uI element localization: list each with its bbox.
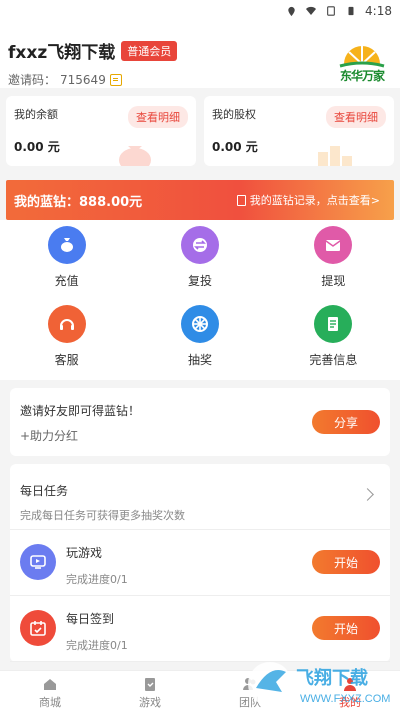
blue-diamond-banner[interactable]: 我的蓝钻：888.00元 我的蓝钻记录，点击查看> [6, 180, 394, 220]
grid-label: 复投 [187, 274, 212, 288]
view-details-button[interactable]: 查看明细 [326, 106, 386, 128]
view-details-button[interactable]: 查看明细 [128, 106, 188, 128]
invite-friends-panel: 邀请好友即可得蓝钻！ +助力分红 分享 [10, 388, 390, 456]
headset-icon [47, 305, 86, 343]
grid-label: 完善信息 [309, 353, 358, 367]
home-icon [44, 678, 56, 690]
exchange-icon [180, 226, 219, 264]
daily-tasks-panel: 每日任务 完成每日任务可获得更多抽奖次数 玩游戏 完成进度0/1 开始 每日签到… [10, 464, 390, 662]
nav-label: 团队 [239, 695, 261, 709]
grid-label: 抽奖 [187, 353, 212, 367]
sim-icon [325, 5, 337, 17]
grid-item-customer-service[interactable]: 客服 [0, 305, 133, 368]
play-icon [20, 544, 56, 580]
balance-card: 我的余额 0.00 元 查看明细 [6, 96, 196, 166]
wifi-icon [305, 5, 317, 17]
money-bag-icon [47, 226, 86, 264]
location-icon [285, 5, 297, 17]
battery-icon [345, 5, 357, 17]
grid-label: 充值 [54, 274, 79, 288]
task-row-play-game: 玩游戏 完成进度0/1 开始 [10, 530, 390, 596]
invite-label: 邀请码： [8, 73, 57, 87]
grid-label: 客服 [54, 353, 79, 367]
card-value: 0.00 元 [212, 140, 258, 154]
share-button[interactable]: 分享 [312, 410, 380, 434]
grid-item-lottery[interactable]: 抽奖 [133, 305, 266, 368]
daily-tasks-title: 每日任务 [20, 484, 69, 498]
invite-code-row: 邀请码： 715649 [8, 71, 388, 88]
nav-item-team[interactable]: 团队 [200, 671, 300, 714]
equity-card: 我的股权 0.00 元 查看明细 [204, 96, 394, 166]
team-icon [243, 677, 256, 690]
username: fxxz飞翔下载 [8, 43, 116, 63]
copy-icon[interactable] [109, 73, 122, 86]
grid-item-reinvest[interactable]: 复投 [133, 226, 266, 289]
nav-label: 商城 [39, 695, 61, 709]
brand-logo: 东华万家 [334, 36, 390, 84]
function-grid: 充值 复投 提现 客服 抽奖 完善信息 [0, 220, 400, 380]
grid-item-withdraw[interactable]: 提现 [267, 226, 400, 289]
grid-item-recharge[interactable]: 充值 [0, 226, 133, 289]
clock-time: 4:18 [365, 4, 392, 18]
nav-item-mall[interactable]: 商城 [0, 671, 100, 714]
user-icon [344, 677, 356, 691]
document-icon [314, 305, 353, 343]
diamond-record-link[interactable]: 我的蓝钻记录，点击查看> [236, 192, 380, 208]
task-row-daily-signin: 每日签到 完成进度0/1 开始 [10, 596, 390, 662]
wheel-icon [180, 305, 219, 343]
record-icon [236, 194, 246, 206]
diamond-balance: 我的蓝钻：888.00元 [14, 194, 143, 210]
nav-item-games[interactable]: 游戏 [100, 671, 200, 714]
nav-item-mine[interactable]: 我的 [300, 671, 400, 714]
invite-code: 715649 [60, 72, 106, 87]
nav-label: 游戏 [139, 695, 161, 709]
coins-deco-icon [318, 146, 352, 166]
nav-label: 我的 [339, 695, 361, 709]
card-value: 0.00 元 [14, 140, 60, 154]
daily-tasks-subtitle: 完成每日任务可获得更多抽奖次数 [20, 509, 185, 522]
money-bag-deco-icon [119, 146, 151, 166]
calendar-check-icon [20, 610, 56, 646]
daily-tasks-header[interactable]: 每日任务 完成每日任务可获得更多抽奖次数 [10, 464, 390, 530]
bottom-nav: 商城 游戏 团队 我的 [0, 670, 400, 714]
grid-item-complete-info[interactable]: 完善信息 [267, 305, 400, 368]
clipboard-icon [145, 677, 155, 691]
profile-header: fxxz飞翔下载 普通会员 邀请码： 715649 东华万家 [0, 22, 400, 88]
start-button[interactable]: 开始 [312, 616, 380, 640]
envelope-icon [314, 226, 353, 264]
balance-cards: 我的余额 0.00 元 查看明细 我的股权 0.00 元 查看明细 [0, 88, 400, 172]
grid-label: 提现 [321, 274, 346, 288]
diamond-link-text: 我的蓝钻记录，点击查看> [249, 194, 380, 207]
member-badge: 普通会员 [121, 40, 178, 61]
status-bar: 4:18 [0, 0, 400, 22]
logo-text: 东华万家 [339, 69, 385, 83]
start-button[interactable]: 开始 [312, 550, 380, 574]
